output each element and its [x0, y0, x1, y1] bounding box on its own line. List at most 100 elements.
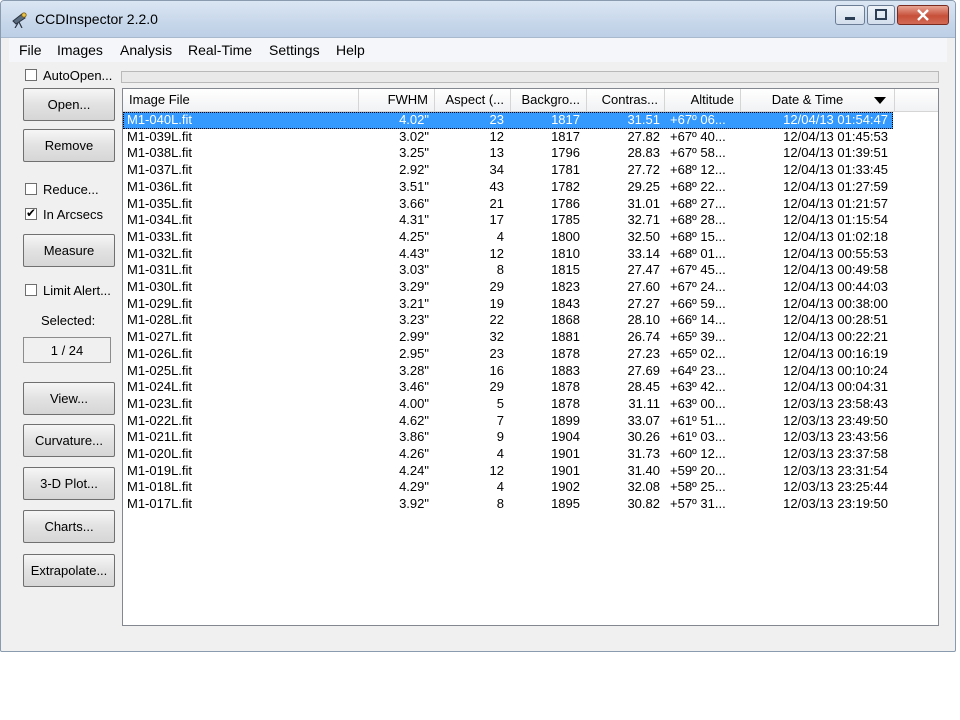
- altitude-cell: +65º 39...: [670, 329, 726, 345]
- table-row[interactable]: M1-017L.fit 3.92" 8 1895 30.82 +57º 31... 12/0…: [123, 496, 893, 513]
- table-row[interactable]: M1-028L.fit 3.23" 22 1868 28.10 +66º 14... 12/…: [123, 312, 893, 329]
- background-cell: 1843: [551, 295, 580, 311]
- menu-analysis[interactable]: Analysis: [120, 42, 172, 58]
- background-cell: 1883: [551, 362, 580, 378]
- column-aspect[interactable]: Aspect (...: [435, 89, 511, 111]
- contrast-cell: 27.23: [627, 345, 660, 361]
- table-row[interactable]: M1-038L.fit 3.25" 13 1796 28.83 +67º 58... 12/…: [123, 145, 893, 162]
- view-button[interactable]: View...: [23, 382, 115, 415]
- table-row[interactable]: M1-023L.fit 4.00" 5 1878 31.11 +63º 00... 12/0…: [123, 396, 893, 413]
- contrast-cell: 31.11: [628, 395, 660, 411]
- image-list[interactable]: Image File FWHM Aspect (... Backgro... C…: [122, 88, 939, 626]
- contrast-cell: 28.45: [627, 379, 660, 395]
- table-row[interactable]: M1-036L.fit 3.51" 43 1782 29.25 +68º 22... 12/…: [123, 179, 893, 196]
- maximize-button[interactable]: [867, 5, 895, 25]
- contrast-cell: 28.83: [627, 145, 660, 161]
- date-time-cell: 12/03/13 23:37:58: [783, 446, 888, 461]
- column-background[interactable]: Backgro...: [511, 89, 587, 111]
- measure-button[interactable]: Measure: [23, 234, 115, 267]
- menu-help[interactable]: Help: [336, 42, 365, 58]
- limit-alert-checkbox[interactable]: [25, 284, 37, 296]
- table-row[interactable]: M1-035L.fit 3.66" 21 1786 31.01 +68º 27... 12/…: [123, 196, 893, 213]
- charts-button[interactable]: Charts...: [23, 510, 115, 543]
- title-bar[interactable]: CCDInspector 2.2.0: [1, 1, 955, 38]
- table-row[interactable]: M1-018L.fit 4.29" 4 1902 32.08 +58º 25... 12/0…: [123, 479, 893, 496]
- reduce-label: Reduce...: [43, 182, 99, 197]
- column-fwhm[interactable]: FWHM: [359, 89, 435, 111]
- fwhm-cell: 3.21": [399, 295, 429, 311]
- limit-alert-label: Limit Alert...: [43, 283, 111, 298]
- aspect-cell: 23: [489, 345, 504, 361]
- date-time-cell: 12/04/13 00:44:03: [783, 279, 888, 294]
- fwhm-cell: 4.24": [399, 462, 429, 478]
- image-file-cell: M1-024L.fit: [127, 379, 193, 395]
- background-cell: 1881: [551, 329, 580, 345]
- image-file-cell: M1-026L.fit: [127, 345, 193, 361]
- table-row[interactable]: M1-026L.fit 2.95" 23 1878 27.23 +65º 02... 12/…: [123, 346, 893, 363]
- fwhm-cell: 2.95": [399, 345, 429, 361]
- fwhm-cell: 4.25": [399, 228, 429, 244]
- column-contrast[interactable]: Contras...: [587, 89, 665, 111]
- image-file-cell: M1-039L.fit: [127, 128, 193, 144]
- menu-settings[interactable]: Settings: [269, 42, 320, 58]
- minimize-button[interactable]: [835, 5, 865, 25]
- remove-button[interactable]: Remove: [23, 129, 115, 162]
- close-button[interactable]: [897, 5, 949, 25]
- date-time-cell: 12/04/13 00:10:24: [783, 362, 888, 378]
- table-row[interactable]: M1-021L.fit 3.86" 9 1904 30.26 +61º 03... 12/0…: [123, 429, 893, 446]
- table-row[interactable]: M1-027L.fit 2.99" 32 1881 26.74 +65º 39... 12/…: [123, 329, 893, 346]
- table-row[interactable]: M1-031L.fit 3.03" 8 1815 27.47 +67º 45... 12/0…: [123, 262, 893, 279]
- image-file-cell: M1-020L.fit: [127, 446, 193, 461]
- altitude-cell: +67º 58...: [670, 145, 726, 161]
- fwhm-cell: 3.03": [399, 262, 429, 278]
- table-row[interactable]: M1-019L.fit 4.24" 12 1901 31.40 +59º 20... 12/…: [123, 463, 893, 480]
- table-row[interactable]: M1-039L.fit 3.02" 12 1817 27.82 +67º 40... 12/…: [123, 129, 893, 146]
- table-row[interactable]: M1-020L.fit 4.26" 4 1901 31.73 +60º 12... 12/0…: [123, 446, 893, 463]
- contrast-cell: 31.01: [627, 195, 660, 211]
- aspect-cell: 16: [489, 362, 504, 378]
- menu-images[interactable]: Images: [57, 42, 103, 58]
- date-time-cell: 12/04/13 00:55:53: [783, 245, 888, 261]
- table-row[interactable]: M1-022L.fit 4.62" 7 1899 33.07 +61º 51... 12/0…: [123, 413, 893, 430]
- table-row[interactable]: M1-029L.fit 3.21" 19 1843 27.27 +66º 59... 12/…: [123, 296, 893, 313]
- table-row[interactable]: M1-037L.fit 2.92" 34 1781 27.72 +68º 12... 12/…: [123, 162, 893, 179]
- date-time-cell: 12/03/13 23:31:54: [783, 462, 888, 478]
- fwhm-cell: 3.23": [399, 312, 429, 328]
- 3d-plot-button[interactable]: 3-D Plot...: [23, 467, 115, 500]
- table-row[interactable]: M1-032L.fit 4.43" 12 1810 33.14 +68º 01... 12/…: [123, 246, 893, 263]
- table-row[interactable]: M1-034L.fit 4.31" 17 1785 32.71 +68º 28... 12/…: [123, 212, 893, 229]
- image-file-cell: M1-019L.fit: [127, 462, 193, 478]
- table-row[interactable]: M1-040L.fit 4.02" 23 1817 31.51 +67º 06... 12/…: [123, 112, 893, 129]
- table-row[interactable]: M1-030L.fit 3.29" 29 1823 27.60 +67º 24... 12/…: [123, 279, 893, 296]
- fwhm-cell: 4.29": [399, 479, 429, 495]
- fwhm-cell: 4.62": [399, 412, 429, 428]
- table-row[interactable]: M1-025L.fit 3.28" 16 1883 27.69 +64º 23... 12/…: [123, 363, 893, 380]
- in-arcsecs-checkbox[interactable]: ✔: [25, 206, 37, 220]
- aspect-cell: 12: [489, 128, 504, 144]
- column-date-time[interactable]: Date & Time: [741, 89, 895, 111]
- altitude-cell: +68º 27...: [670, 195, 726, 211]
- menu-bar: File Images Analysis Real-Time Settings …: [9, 38, 947, 62]
- altitude-cell: +66º 14...: [670, 312, 726, 328]
- column-altitude[interactable]: Altitude: [665, 89, 741, 111]
- image-file-cell: M1-021L.fit: [127, 429, 193, 445]
- checkmark-icon: ✔: [26, 206, 37, 220]
- fwhm-cell: 3.51": [399, 178, 429, 194]
- image-file-cell: M1-030L.fit: [127, 279, 193, 294]
- open-button[interactable]: Open...: [23, 88, 115, 121]
- table-row[interactable]: M1-033L.fit 4.25" 4 1800 32.50 +68º 15... 12/0…: [123, 229, 893, 246]
- menu-file[interactable]: File: [19, 42, 42, 58]
- table-row[interactable]: M1-024L.fit 3.46" 29 1878 28.45 +63º 42... 12/…: [123, 379, 893, 396]
- altitude-cell: +68º 15...: [670, 228, 726, 244]
- reduce-checkbox[interactable]: [25, 183, 37, 195]
- extrapolate-button[interactable]: Extrapolate...: [23, 554, 115, 587]
- curvature-button[interactable]: Curvature...: [23, 424, 115, 457]
- image-file-cell: M1-029L.fit: [127, 295, 193, 311]
- aspect-cell: 23: [489, 112, 504, 127]
- menu-real-time[interactable]: Real-Time: [188, 42, 252, 58]
- window-title: CCDInspector 2.2.0: [35, 11, 158, 27]
- altitude-cell: +65º 02...: [670, 345, 726, 361]
- aspect-cell: 29: [489, 379, 504, 395]
- autoopen-checkbox[interactable]: [25, 69, 37, 81]
- column-image-file[interactable]: Image File: [123, 89, 359, 111]
